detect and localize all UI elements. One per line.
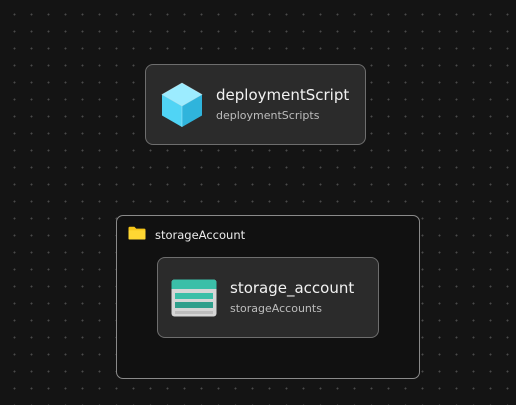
node-deployment-script[interactable]: deploymentScript deploymentScripts: [145, 64, 366, 145]
group-label: storageAccount: [155, 227, 246, 242]
folder-icon: [128, 225, 146, 244]
cube-icon: [161, 82, 203, 128]
node-subtitle: deploymentScripts: [216, 109, 320, 122]
node-title: storage_account: [230, 279, 355, 297]
node-subtitle: storageAccounts: [230, 302, 322, 315]
node-storage-account[interactable]: storage_account storageAccounts: [157, 257, 379, 338]
storage-account-icon: [171, 279, 217, 317]
group-header: storageAccount: [128, 225, 245, 244]
diagram-canvas[interactable]: deploymentScript deploymentScripts stora…: [0, 0, 516, 405]
node-title: deploymentScript: [216, 86, 350, 104]
